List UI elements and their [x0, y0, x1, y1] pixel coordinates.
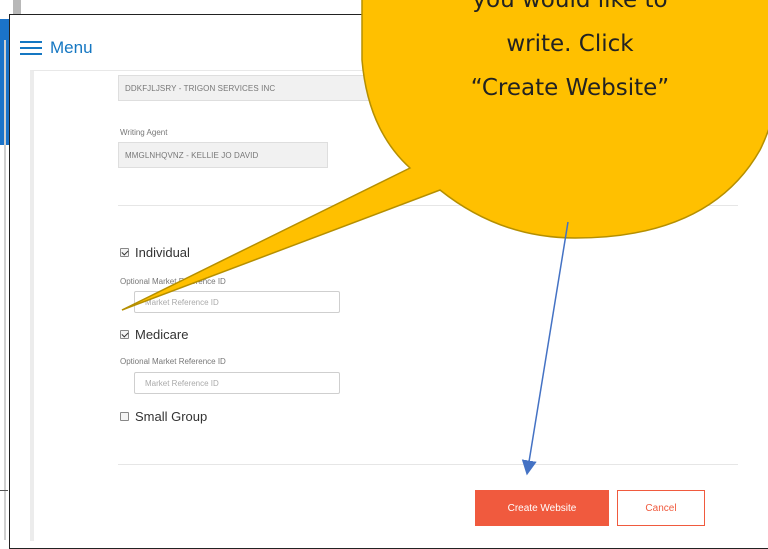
individual-checkbox[interactable]	[120, 248, 129, 257]
small-group-checkbox-row[interactable]: Small Group	[120, 409, 207, 424]
writing-agent-label: Writing Agent	[120, 128, 168, 137]
callout-text: you would like to write. Click “Create W…	[395, 0, 745, 110]
agency-field: DDKFJLJSRY - TRIGON SERVICES INC	[118, 75, 378, 101]
individual-ref-field[interactable]	[134, 291, 340, 313]
medicare-ref-field[interactable]	[134, 372, 340, 394]
cancel-button[interactable]: Cancel	[617, 490, 705, 526]
individual-ref-label: Optional Market Reference ID	[120, 277, 226, 286]
form-content: DDKFJLJSRY - TRIGON SERVICES INC Writing…	[30, 70, 768, 541]
menu-label: Menu	[50, 38, 93, 57]
medicare-ref-input[interactable]	[135, 373, 339, 394]
background-scroll-fragment	[13, 0, 21, 14]
callout-line-3: “Create Website”	[470, 75, 670, 101]
writing-agent-field: MMGLNHQVNZ - KELLIE JO DAVID	[118, 142, 328, 168]
background-line	[0, 490, 8, 491]
agency-value: DDKFJLJSRY - TRIGON SERVICES INC	[125, 83, 276, 93]
footer-divider	[118, 464, 738, 465]
hamburger-menu-icon	[20, 40, 42, 56]
callout-line-2: write. Click	[506, 31, 634, 57]
background-divider	[4, 40, 6, 540]
medicare-ref-label: Optional Market Reference ID	[120, 357, 226, 366]
individual-checkbox-row[interactable]: Individual	[120, 245, 190, 260]
small-group-label: Small Group	[135, 409, 208, 424]
individual-ref-input[interactable]	[135, 292, 339, 313]
menu-button[interactable]: Menu	[20, 30, 93, 66]
small-group-checkbox[interactable]	[120, 412, 129, 421]
create-website-button[interactable]: Create Website	[475, 490, 609, 526]
medicare-checkbox[interactable]	[120, 330, 129, 339]
medicare-checkbox-row[interactable]: Medicare	[120, 327, 188, 342]
section-divider	[118, 205, 738, 206]
writing-agent-value: MMGLNHQVNZ - KELLIE JO DAVID	[125, 150, 259, 160]
medicare-label: Medicare	[135, 327, 189, 342]
callout-line-1: you would like to	[472, 0, 668, 13]
individual-label: Individual	[135, 245, 190, 260]
